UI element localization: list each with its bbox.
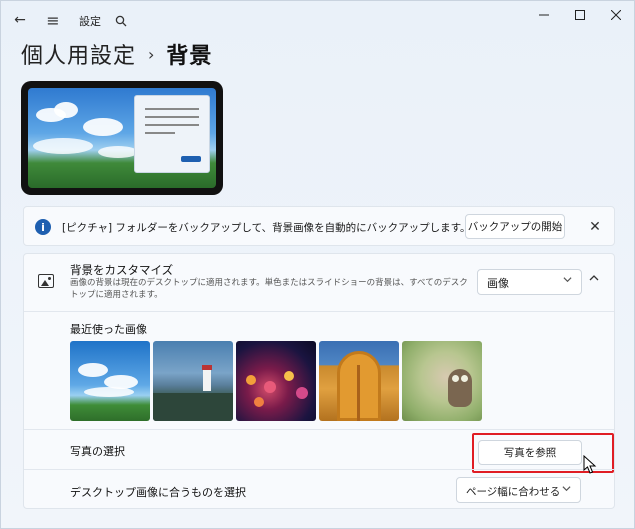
backup-notification: i [ピクチャ] フォルダーをバックアップして、背景画像を自動的にバックアップし… xyxy=(23,206,615,246)
title-bar: ← ≡ 設定 xyxy=(1,1,634,39)
choose-photo-label: 写真の選択 xyxy=(70,445,125,458)
fit-label: デスクトップ画像に合うものを選択 xyxy=(70,486,246,499)
recent-image-orange-door[interactable] xyxy=(319,341,399,421)
fit-row: デスクトップ画像に合うものを選択 ページ幅に合わせる xyxy=(24,469,614,509)
recent-image-lanterns[interactable] xyxy=(236,341,316,421)
hamburger-menu-icon[interactable]: ≡ xyxy=(43,10,63,30)
customize-background-card: 背景をカスタマイズ 画像の背景は現在のデスクトップに適用されます。単色またはスラ… xyxy=(23,253,615,509)
fit-select[interactable]: ページ幅に合わせる xyxy=(456,477,581,503)
info-icon: i xyxy=(35,219,51,235)
dismiss-close-icon[interactable]: ✕ xyxy=(586,218,604,236)
background-preview xyxy=(21,81,223,195)
search-icon[interactable] xyxy=(111,11,131,31)
customize-header[interactable]: 背景をカスタマイズ 画像の背景は現在のデスクトップに適用されます。単色またはスラ… xyxy=(24,254,614,312)
maximize-icon[interactable] xyxy=(561,5,599,25)
customize-title: 背景をカスタマイズ xyxy=(70,263,174,277)
page-title: 背景 xyxy=(166,44,213,69)
settings-window: ← ≡ 設定 個人用設定 › 背景 i [ピクチャ] フォルダーをバックアップし… xyxy=(0,0,635,529)
preview-window xyxy=(134,95,210,173)
collapse-chevron-up-icon[interactable] xyxy=(589,273,599,286)
back-arrow-icon[interactable]: ← xyxy=(10,10,30,30)
recent-image-sky[interactable] xyxy=(70,341,150,421)
recent-images-label: 最近使った画像 xyxy=(70,323,147,336)
start-backup-button[interactable]: バックアップの開始 xyxy=(465,214,565,239)
image-icon xyxy=(38,274,54,288)
recent-image-lighthouse[interactable] xyxy=(153,341,233,421)
customize-description: 画像の背景は現在のデスクトップに適用されます。単色またはスライドショーの背景は、… xyxy=(70,278,468,300)
close-icon[interactable] xyxy=(597,5,635,25)
breadcrumb-separator-icon: › xyxy=(148,44,155,64)
breadcrumb: 個人用設定 › 背景 xyxy=(21,39,212,69)
app-title: 設定 xyxy=(79,15,101,28)
choose-photo-row: 写真の選択 写真を参照 xyxy=(24,429,614,473)
recent-images-list xyxy=(70,341,482,421)
fit-select-value: ページ幅に合わせる xyxy=(466,486,561,498)
chevron-down-icon xyxy=(562,484,571,496)
preview-wallpaper xyxy=(28,88,216,188)
background-type-value: 画像 xyxy=(487,277,509,290)
breadcrumb-parent[interactable]: 個人用設定 xyxy=(21,38,136,70)
recent-image-owl[interactable] xyxy=(402,341,482,421)
notification-text: [ピクチャ] フォルダーをバックアップして、背景画像を自動的にバックアップします… xyxy=(62,222,471,234)
minimize-icon[interactable] xyxy=(525,5,563,25)
background-type-select[interactable]: 画像 xyxy=(477,269,582,295)
chevron-down-icon xyxy=(563,275,572,287)
